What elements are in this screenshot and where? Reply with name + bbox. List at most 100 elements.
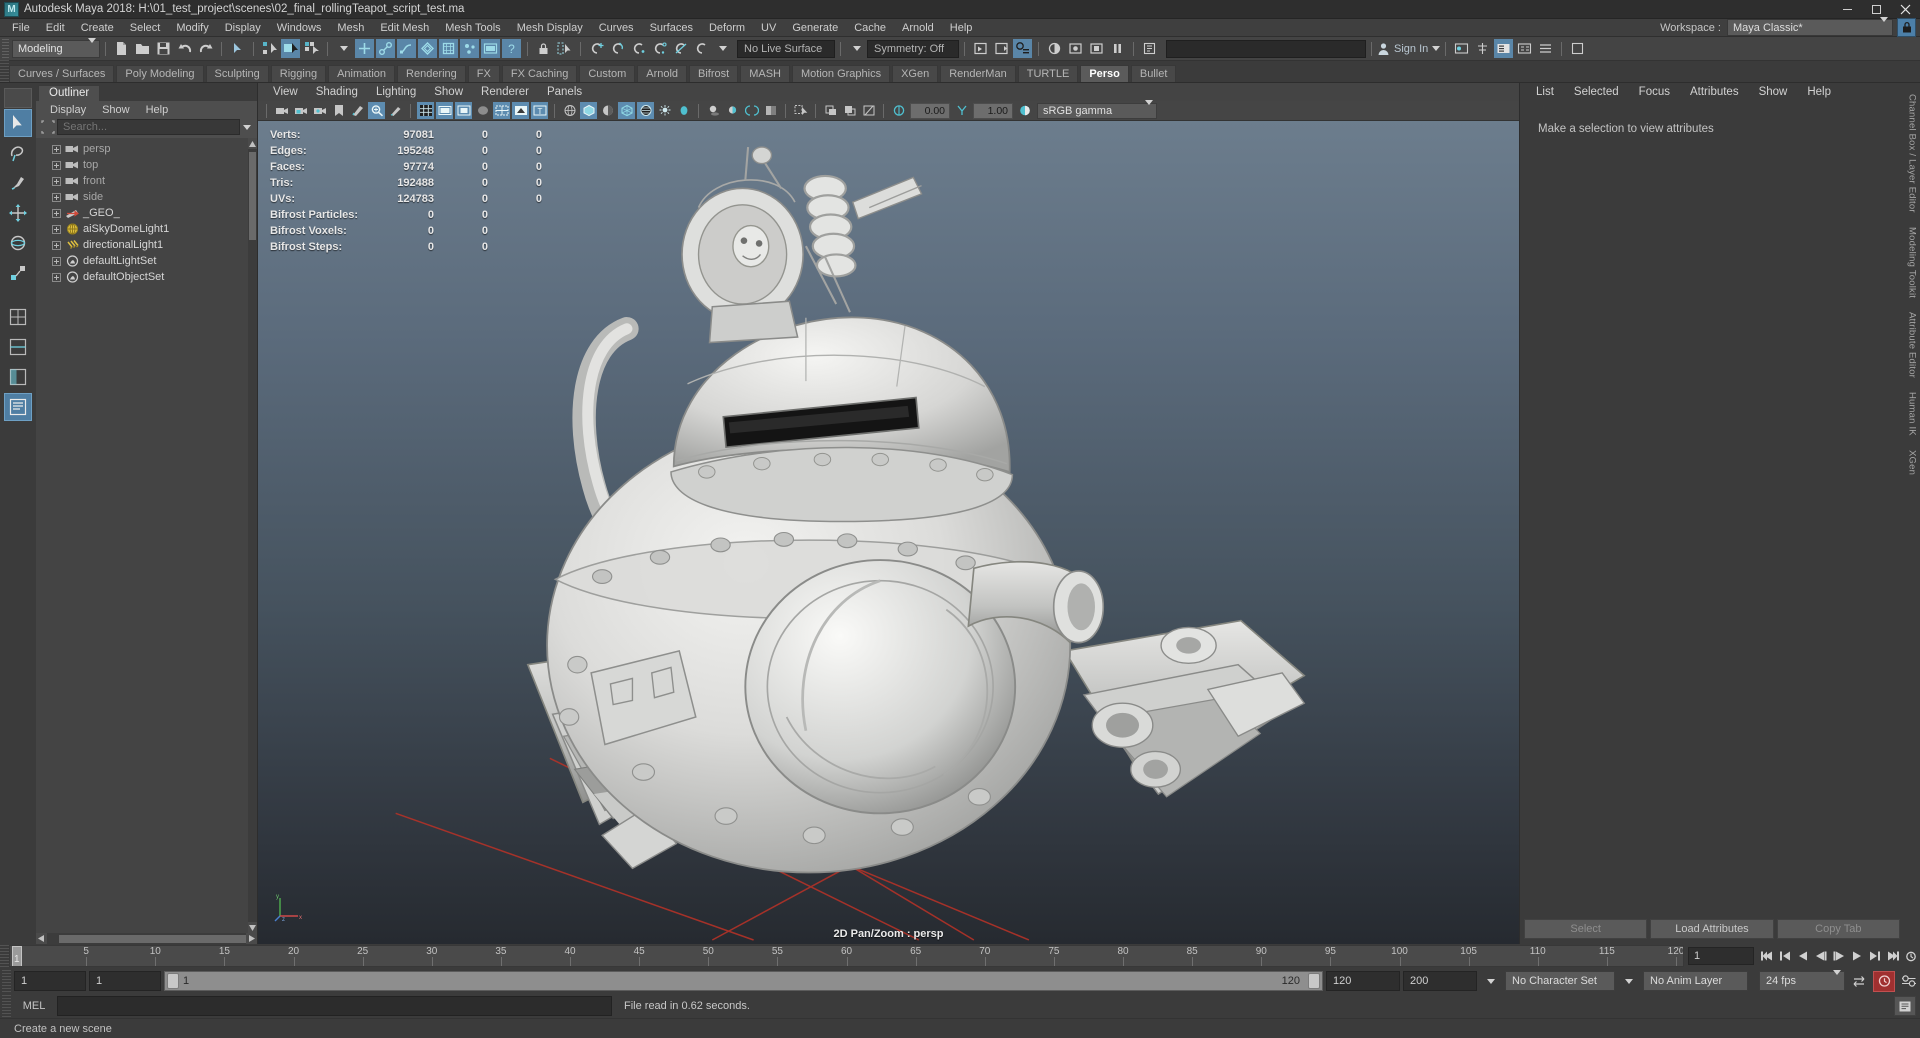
shelf-tab-rendering[interactable]: Rendering [397, 65, 466, 82]
gamma-field[interactable]: 1.00 [973, 103, 1013, 119]
ipr-render-button[interactable] [992, 39, 1011, 58]
outliner-item-side[interactable]: side [36, 189, 257, 205]
vertical-tab-channel-box-layer-editor[interactable]: Channel Box / Layer Editor [1907, 94, 1918, 213]
menu-mesh[interactable]: Mesh [329, 19, 372, 37]
snap-to-view-plane-button[interactable] [671, 39, 690, 58]
exposure-icon[interactable] [890, 102, 907, 119]
viewport-renderer-icon[interactable] [762, 102, 779, 119]
shelf-tab-curves-surfaces[interactable]: Curves / Surfaces [9, 65, 114, 82]
new-scene-button[interactable] [112, 39, 131, 58]
range-bar[interactable]: 1 120 [164, 971, 1323, 991]
anim-layer-select[interactable]: No Anim Layer [1643, 971, 1748, 991]
scale-tool-button[interactable] [4, 259, 32, 287]
ambient-occlusion-icon[interactable] [724, 102, 741, 119]
select-camera-icon[interactable] [273, 102, 290, 119]
restore-layout-button[interactable] [1568, 39, 1587, 58]
safe-title-icon[interactable]: T [531, 102, 548, 119]
expand-plus-icon[interactable] [52, 225, 61, 234]
xray-joints-icon[interactable] [822, 102, 839, 119]
select-by-object-button[interactable] [281, 39, 300, 58]
select-by-component-button[interactable] [302, 39, 321, 58]
layout-persp-graph-button[interactable] [4, 393, 32, 421]
redo-button[interactable] [196, 39, 215, 58]
snap-to-magnet-button[interactable] [692, 39, 711, 58]
auto-keyframe-button[interactable] [1873, 971, 1895, 992]
xray-icon[interactable] [637, 102, 654, 119]
go-to-start-button[interactable] [1758, 947, 1776, 966]
menu-mesh-tools[interactable]: Mesh Tools [437, 19, 508, 37]
toggle-model-panel-button[interactable] [1452, 39, 1471, 58]
attr-menu-help[interactable]: Help [1797, 86, 1841, 98]
outliner-item-aiskydomelight1[interactable]: aiSkyDomeLight1 [36, 221, 257, 237]
lasso-tool-button[interactable] [4, 139, 32, 167]
menu-cache[interactable]: Cache [846, 19, 894, 37]
layout-two-pane-button[interactable] [4, 333, 32, 361]
render-current-frame-button[interactable] [971, 39, 990, 58]
outliner-item-directionallight1[interactable]: directionalLight1 [36, 237, 257, 253]
selection-mask-button[interactable] [228, 39, 247, 58]
isolate-select-icon[interactable] [792, 102, 809, 119]
time-slider-track[interactable]: 1 51015202530354045505560657075808590951… [9, 945, 1684, 967]
bookmark-icon[interactable] [330, 102, 347, 119]
viewport-menu-panels[interactable]: Panels [538, 86, 591, 98]
quick-select-field[interactable] [1166, 40, 1366, 58]
expand-plus-icon[interactable] [52, 257, 61, 266]
shelf-tab-rigging[interactable]: Rigging [271, 65, 326, 82]
shelf-tab-perso[interactable]: Perso [1080, 65, 1129, 82]
gate-mask-icon[interactable] [474, 102, 491, 119]
mask-dynamics-button[interactable] [460, 39, 479, 58]
playback-range-dropdown-button[interactable] [1480, 971, 1502, 992]
search-input[interactable] [57, 119, 240, 135]
expand-plus-icon[interactable] [52, 161, 61, 170]
snap-to-point-button[interactable] [629, 39, 648, 58]
toggle-outliner-button[interactable] [1473, 39, 1492, 58]
outliner-item-defaultobjectset[interactable]: defaultObjectSet [36, 269, 257, 285]
save-scene-button[interactable] [154, 39, 173, 58]
symmetry-dropdown-button[interactable] [847, 39, 866, 58]
tool-last-used-thumbnail[interactable] [4, 88, 32, 108]
smooth-shade-icon[interactable] [580, 102, 597, 119]
shelf-tab-bifrost[interactable]: Bifrost [689, 65, 738, 82]
shelf-tab-motion-graphics[interactable]: Motion Graphics [792, 65, 890, 82]
mask-deformations-button[interactable] [439, 39, 458, 58]
snap-dropdown-button[interactable] [713, 39, 732, 58]
menu-surfaces[interactable]: Surfaces [642, 19, 701, 37]
shelf-tab-fx[interactable]: FX [468, 65, 500, 82]
exposure-reset-icon[interactable] [860, 102, 877, 119]
command-input[interactable] [57, 996, 612, 1016]
outliner-menu-show[interactable]: Show [94, 104, 138, 116]
layout-single-button[interactable] [4, 303, 32, 331]
undo-button[interactable] [175, 39, 194, 58]
close-button[interactable] [1891, 0, 1920, 19]
workspace-select[interactable]: Maya Classic* [1727, 19, 1893, 36]
scroll-right-icon[interactable] [246, 933, 257, 944]
attr-menu-list[interactable]: List [1526, 86, 1564, 98]
live-surface-field[interactable]: No Live Surface [737, 40, 835, 58]
scene-info-button[interactable] [1140, 39, 1159, 58]
paint-select-tool-button[interactable] [4, 169, 32, 197]
mask-handles-button[interactable] [355, 39, 374, 58]
workspace-lock-button[interactable] [1897, 18, 1916, 37]
shelf-tab-xgen[interactable]: XGen [892, 65, 938, 82]
range-end-time-field[interactable]: 120 [1326, 971, 1400, 991]
scroll-up-icon[interactable] [248, 138, 257, 149]
play-forwards-button[interactable] [1830, 947, 1848, 966]
open-scene-button[interactable] [133, 39, 152, 58]
loop-playback-button[interactable] [1848, 971, 1870, 992]
menu-curves[interactable]: Curves [591, 19, 642, 37]
ipr-view-button[interactable] [1087, 39, 1106, 58]
outliner-tab[interactable]: Outliner [38, 85, 100, 101]
expand-plus-icon[interactable] [52, 273, 61, 282]
xray-active-components-icon[interactable] [841, 102, 858, 119]
mask-dropdown-button[interactable] [334, 39, 353, 58]
shelf-tab-fx-caching[interactable]: FX Caching [502, 65, 577, 82]
animation-preferences-window-button[interactable] [1898, 971, 1920, 992]
outliner-vertical-scrollbar[interactable] [248, 138, 257, 933]
toggle-tool-settings-button[interactable] [1515, 39, 1534, 58]
rolling-teapot-model[interactable] [258, 121, 1519, 944]
character-set-dropdown-button[interactable] [1618, 971, 1640, 992]
menu-create[interactable]: Create [73, 19, 122, 37]
shelf-tab-arnold[interactable]: Arnold [637, 65, 687, 82]
menu-help[interactable]: Help [942, 19, 981, 37]
step-back-frame-button[interactable] [1794, 947, 1812, 966]
